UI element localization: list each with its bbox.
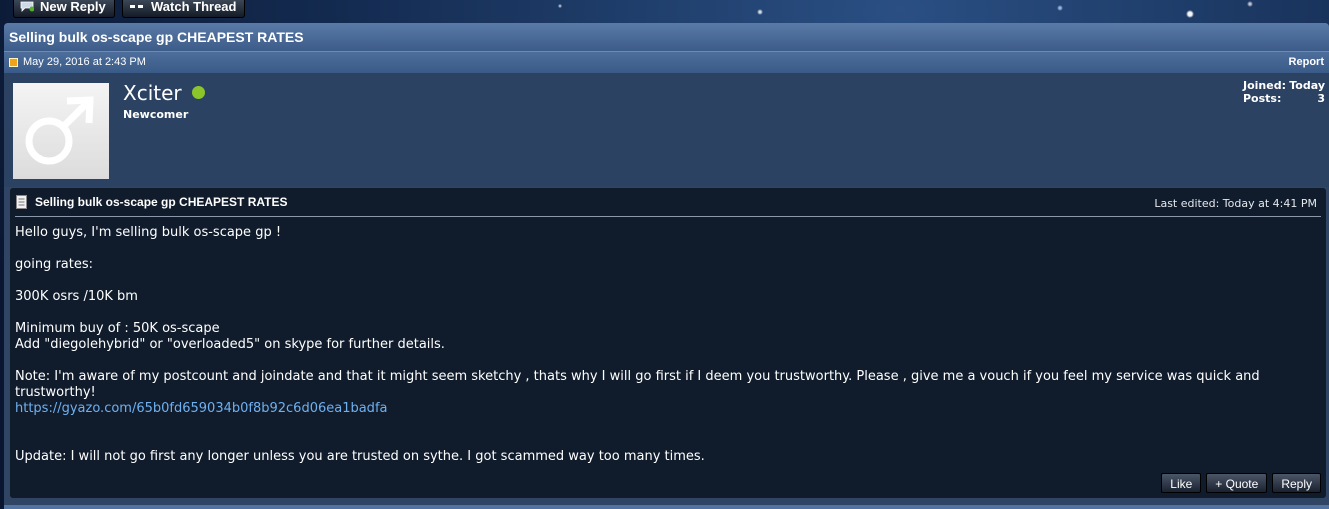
speech-bubble-icon: [20, 1, 34, 12]
thread-title: Selling bulk os-scape gp CHEAPEST RATES: [4, 23, 1329, 51]
message-line: Add "diegolehybrid" or "overloaded5" on …: [15, 337, 445, 352]
thread-panel: Selling bulk os-scape gp CHEAPEST RATES …: [4, 23, 1329, 509]
watch-thread-label: Watch Thread: [151, 0, 237, 14]
gyazo-link[interactable]: https://gyazo.com/65b0fd659034b0f8b92c6d…: [15, 401, 387, 416]
like-button[interactable]: Like: [1161, 473, 1202, 493]
message-line: Update: I will not go first any longer u…: [15, 449, 705, 464]
post-meta-bar: May 29, 2016 at 2:43 PM Report: [4, 51, 1329, 73]
quote-button[interactable]: + Quote: [1206, 473, 1268, 493]
message-title: Selling bulk os-scape gp CHEAPEST RATES: [35, 195, 288, 209]
joined-label: Joined:: [1243, 79, 1286, 92]
message-line: Note: I'm aware of my postcount and join…: [15, 369, 1260, 400]
message-box: Selling bulk os-scape gp CHEAPEST RATES …: [10, 188, 1326, 498]
user-stats: Joined: Today Posts: 3: [1243, 79, 1325, 105]
joined-value: Today: [1289, 79, 1325, 92]
report-link[interactable]: Report: [1289, 56, 1324, 68]
posts-row: Posts: 3: [1243, 92, 1325, 105]
new-reply-label: New Reply: [40, 0, 106, 14]
message-body: Hello guys, I'm selling bulk os-scape gp…: [15, 225, 1323, 465]
watch-icon: [130, 5, 143, 8]
message-line: Hello guys, I'm selling bulk os-scape gp…: [15, 225, 282, 240]
user-rank: Newcomer: [123, 108, 189, 121]
posts-value: 3: [1317, 92, 1325, 105]
avatar[interactable]: [13, 83, 109, 179]
male-symbol-icon: [25, 96, 94, 165]
post-actions: Like + Quote Reply: [1156, 473, 1321, 493]
online-status-icon: [192, 86, 205, 99]
post-date: May 29, 2016 at 2:43 PM: [23, 56, 146, 68]
user-info: Xciter Newcomer Joined: Today Posts: 3: [4, 73, 1329, 187]
message-line: Minimum buy of : 50K os-scape: [15, 321, 220, 336]
message-header: Selling bulk os-scape gp CHEAPEST RATES …: [15, 194, 1321, 217]
username[interactable]: Xciter: [123, 81, 182, 105]
reply-button[interactable]: Reply: [1272, 473, 1321, 493]
message-line: going rates:: [15, 257, 93, 272]
watch-thread-button[interactable]: Watch Thread: [122, 0, 246, 18]
document-icon: [16, 195, 27, 209]
posts-label: Posts:: [1243, 92, 1282, 105]
post-status-icon: [9, 58, 18, 67]
message-line: 300K osrs /10K bm: [15, 289, 138, 304]
joined-row: Joined: Today: [1243, 79, 1325, 92]
thread-toolbar: New Reply Watch Thread: [0, 0, 1329, 22]
panel-divider: [4, 505, 1329, 509]
last-edited: Last edited: Today at 4:41 PM: [1154, 197, 1317, 210]
new-reply-button[interactable]: New Reply: [13, 0, 115, 18]
